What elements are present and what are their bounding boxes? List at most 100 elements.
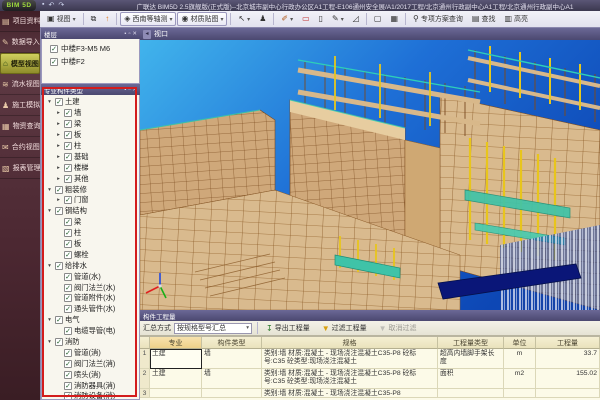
chevron-right-icon[interactable]: ▸ xyxy=(55,197,62,203)
export-quantities-button[interactable]: ↧导出工程量 xyxy=(263,322,313,334)
component-type-cell[interactable]: 墙 xyxy=(202,369,262,389)
checkbox-checked-icon[interactable]: ✓ xyxy=(64,349,72,357)
checkbox-checked-icon[interactable]: ✓ xyxy=(64,175,72,183)
table-row[interactable]: 2土建墙类别:墙 材质:混凝土 - 现场浇注混凝土C35-P8 砼标号:C35 … xyxy=(140,369,600,389)
toolbar-measure-draw-button[interactable]: ✎▾ xyxy=(328,12,348,26)
float-icon[interactable]: ▫ xyxy=(128,87,130,93)
checkbox-checked-icon[interactable]: ✓ xyxy=(64,218,72,226)
toolbar-view-direction-button[interactable]: ◈西南等轴测▾ xyxy=(120,12,176,26)
table-row[interactable]: 1土建墙类别:墙 材质:混凝土 - 现场浇注混凝土C35-P8 砼标号:C35 … xyxy=(140,349,600,369)
component-type-cell[interactable]: 墙 xyxy=(202,349,262,369)
chevron-down-icon[interactable]: ▾ xyxy=(46,187,53,193)
checkbox-checked-icon[interactable]: ✓ xyxy=(50,45,58,53)
tree-item[interactable]: ▸✓楼梯 xyxy=(44,162,139,173)
column-header[interactable]: 规格 xyxy=(262,337,438,349)
table-row[interactable]: 3 类别:墙 材质:混凝土 - 现场浇注混凝土C35-P8 xyxy=(140,389,600,398)
tree-item[interactable]: ▸✓柱 xyxy=(44,141,139,152)
checkbox-checked-icon[interactable]: ✓ xyxy=(64,240,72,248)
column-header[interactable]: 专业 xyxy=(150,337,202,349)
sidebar-item-report-manage[interactable]: ▧报表管理 xyxy=(0,158,40,179)
row-number-cell[interactable]: 3 xyxy=(140,389,150,398)
tree-item[interactable]: ✓通头管件(水) xyxy=(44,304,139,315)
checkbox-checked-icon[interactable]: ✓ xyxy=(64,164,72,172)
floor-item[interactable]: ✓中楼F2 xyxy=(50,55,139,68)
spec-cell[interactable]: 类别:墙 材质:混凝土 - 现场浇注混凝土C35-P8 砼标号:C35 砼类型:… xyxy=(262,369,438,389)
float-icon[interactable]: ▫ xyxy=(128,31,130,37)
component-type-cell[interactable] xyxy=(202,389,262,398)
filter-quantities-button[interactable]: ▼过滤工程量 xyxy=(319,322,370,334)
undo-icon[interactable]: ↶ xyxy=(48,1,54,9)
chevron-down-icon[interactable]: ▾ xyxy=(46,208,53,214)
toolbar-highlight-button[interactable]: ▥高亮 xyxy=(500,12,532,26)
pin-icon[interactable]: ▪ xyxy=(124,31,126,37)
checkbox-checked-icon[interactable]: ✓ xyxy=(64,382,72,390)
quantity-cell[interactable] xyxy=(536,389,600,398)
quantity-cell[interactable]: 155.02 xyxy=(536,369,600,389)
panel-window-controls[interactable]: ▪▫✕ xyxy=(124,87,137,93)
tree-item[interactable]: ✓阀门法兰(消) xyxy=(44,358,139,369)
toolbar-walkthrough-button[interactable]: ♟ xyxy=(255,12,270,26)
floor-item[interactable]: ✓中楼F3-M5 M6 xyxy=(50,42,139,55)
checkbox-checked-icon[interactable]: ✓ xyxy=(64,305,72,313)
sidebar-item-project-info[interactable]: ▤项目资料 xyxy=(0,11,40,32)
toolbar-explode-button[interactable]: ▦ xyxy=(386,12,402,26)
spec-cell[interactable]: 类别:墙 材质:混凝土 - 现场浇注混凝土C35-P8 xyxy=(262,389,438,398)
checkbox-checked-icon[interactable]: ✓ xyxy=(64,284,72,292)
tree-item[interactable]: ▸✓基础 xyxy=(44,151,139,162)
checkbox-checked-icon[interactable]: ✓ xyxy=(55,262,63,270)
tree-item[interactable]: ▾✓电气 xyxy=(44,315,139,326)
checkbox-checked-icon[interactable]: ✓ xyxy=(64,142,72,150)
checkbox-checked-icon[interactable]: ✓ xyxy=(55,186,63,194)
toolbar-material-map-button[interactable]: ◉材质贴图▾ xyxy=(177,12,227,26)
tree-item[interactable]: ✓电缆导管(电) xyxy=(44,326,139,337)
checkbox-checked-icon[interactable]: ✓ xyxy=(64,360,72,368)
chevron-right-icon[interactable]: ▸ xyxy=(55,154,62,160)
toolbar-select-button[interactable]: ↖▾ xyxy=(234,12,254,26)
sidebar-item-construction-sim[interactable]: ♟施工模拟 xyxy=(0,95,40,116)
specialty-cell[interactable]: 土建 xyxy=(150,349,202,369)
chevron-right-icon[interactable]: ▸ xyxy=(55,110,62,116)
chevron-right-icon[interactable]: ▸ xyxy=(55,132,62,138)
checkbox-checked-icon[interactable]: ✓ xyxy=(55,338,63,346)
checkbox-checked-icon[interactable]: ✓ xyxy=(50,58,58,66)
chevron-right-icon[interactable]: ▸ xyxy=(55,176,62,182)
close-icon[interactable]: ✕ xyxy=(132,31,137,37)
tree-item[interactable]: ✓喷头(消) xyxy=(44,369,139,380)
sidebar-item-material-query[interactable]: ▦物资查询 xyxy=(0,116,40,137)
checkbox-checked-icon[interactable]: ✓ xyxy=(55,316,63,324)
model-3d-view[interactable] xyxy=(140,40,600,310)
app-logo[interactable]: BIM 5D xyxy=(2,0,36,11)
tree-item[interactable]: ✓板 xyxy=(44,239,139,250)
quantity-cell[interactable]: 33.7 xyxy=(536,349,600,369)
column-header[interactable]: 工程量 xyxy=(536,337,600,349)
collapse-panel-icon[interactable]: ◂ xyxy=(143,30,151,39)
unit-cell[interactable] xyxy=(504,389,536,398)
tree-item[interactable]: ✓管道(水) xyxy=(44,271,139,282)
checkbox-checked-icon[interactable]: ✓ xyxy=(64,327,72,335)
column-header[interactable]: 工程量类型 xyxy=(438,337,504,349)
sidebar-item-data-import[interactable]: ✎数据导入 xyxy=(0,32,40,53)
checkbox-checked-icon[interactable]: ✓ xyxy=(64,109,72,117)
quantity-type-cell[interactable] xyxy=(438,389,504,398)
spec-cell[interactable]: 类别:墙 材质:混凝土 - 现场浇注混凝土C35-P8 砼标号:C35 砼类型:… xyxy=(262,349,438,369)
tree-item[interactable]: ▾✓钢结构 xyxy=(44,206,139,217)
toolbar-measure-vertical-button[interactable]: ▯ xyxy=(315,12,327,26)
panel-window-controls[interactable]: ▪▫✕ xyxy=(124,31,137,37)
sidebar-item-contract-view[interactable]: ✉合约视图 xyxy=(0,137,40,158)
checkbox-checked-icon[interactable]: ✓ xyxy=(64,229,72,237)
column-header[interactable]: 单位 xyxy=(504,337,536,349)
redo-icon[interactable]: ↷ xyxy=(58,1,64,9)
toolbar-special-plan-query-button[interactable]: ⚲专项方案查询 xyxy=(409,12,467,26)
chevron-down-icon[interactable]: ▾ xyxy=(46,263,53,269)
chevron-down-icon[interactable]: ▾ xyxy=(46,99,53,105)
quantity-type-cell[interactable]: 面积 xyxy=(438,369,504,389)
toolbar-measure-angle-button[interactable]: ◿ xyxy=(349,12,363,26)
sidebar-item-flow-view[interactable]: ≋流水视图 xyxy=(0,74,40,95)
cancel-filter-button[interactable]: ▼取消过滤 xyxy=(376,322,420,334)
chevron-down-icon[interactable]: ▾ xyxy=(46,339,53,345)
checkbox-checked-icon[interactable]: ✓ xyxy=(64,392,72,400)
chevron-right-icon[interactable]: ▸ xyxy=(55,121,62,127)
specialty-cell[interactable]: 土建 xyxy=(150,369,202,389)
tree-item[interactable]: ✓阀门法兰(水) xyxy=(44,282,139,293)
tree-item[interactable]: ✓管道(消) xyxy=(44,347,139,358)
